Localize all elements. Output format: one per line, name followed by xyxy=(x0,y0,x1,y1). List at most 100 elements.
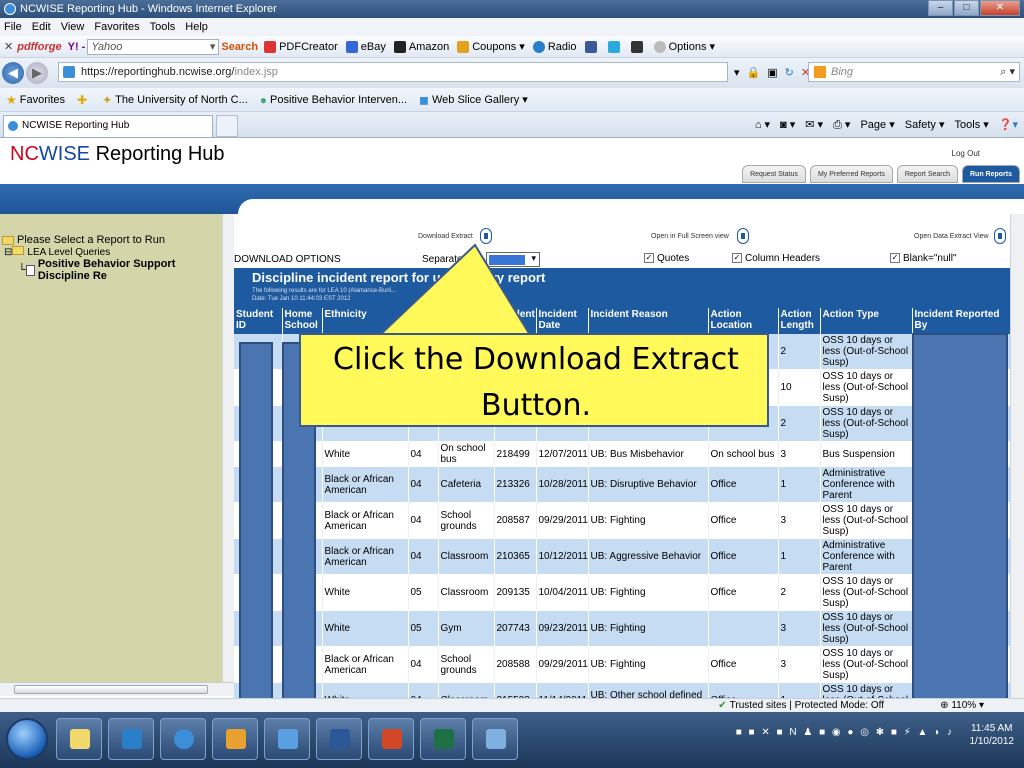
ie-taskbar-button[interactable] xyxy=(160,718,206,760)
outlook-taskbar-button[interactable] xyxy=(108,718,154,760)
tree-report-item[interactable]: └ Positive Behavior Support Discipline Re xyxy=(2,258,222,282)
explorer-taskbar-button[interactable] xyxy=(56,718,102,760)
menu-help[interactable]: Help xyxy=(185,21,208,33)
facebook-icon[interactable] xyxy=(584,40,600,53)
fullscreen-button[interactable] xyxy=(737,228,749,244)
left-horizontal-scrollbar[interactable] xyxy=(0,682,234,696)
tab-ncwise[interactable]: NCWISE Reporting Hub xyxy=(3,115,213,137)
amazon-button[interactable]: Amazon xyxy=(393,40,449,53)
col-grade[interactable] xyxy=(408,308,439,334)
safety-menu[interactable]: Safety ▾ xyxy=(905,118,945,132)
start-button[interactable] xyxy=(6,718,48,760)
yahoo-search-button[interactable]: Search xyxy=(221,41,258,53)
quotes-checkbox[interactable]: ✓ xyxy=(644,253,654,264)
col-ethnicity[interactable]: Ethnicity xyxy=(322,308,409,334)
favorites-button[interactable]: ★ Favorites xyxy=(6,93,65,107)
bing-search-input[interactable]: Bing ⌕ ▾ xyxy=(808,62,1020,82)
column-headers-option[interactable]: ✓ Column Headers xyxy=(732,253,820,264)
app-taskbar-button[interactable] xyxy=(264,718,310,760)
search-icon[interactable]: ⌕ ▾ xyxy=(1000,63,1015,81)
radio-icon xyxy=(532,40,545,53)
toolbar-app-icon[interactable] xyxy=(630,40,646,53)
tree-group[interactable]: ⊟ LEA Level Queries xyxy=(2,246,222,258)
mail-icon[interactable]: ✉ ▾ xyxy=(805,118,823,132)
close-button[interactable]: ✕ xyxy=(980,0,1020,16)
menu-file[interactable]: File xyxy=(4,21,22,33)
menu-edit[interactable]: Edit xyxy=(32,21,51,33)
maximize-button[interactable]: □ xyxy=(954,0,979,16)
security-zone[interactable]: ✔ Trusted sites | Protected Mode: Off xyxy=(718,700,884,711)
col-action-type[interactable]: Action Type xyxy=(820,308,913,334)
back-button[interactable]: ◀ xyxy=(2,62,24,84)
blank-null-option[interactable]: ✓ Blank="null" xyxy=(890,253,957,264)
home-icon[interactable]: ⌂ ▾ xyxy=(755,118,770,132)
yahoo-logo[interactable]: Y! - xyxy=(68,41,86,53)
blank-null-checkbox[interactable]: ✓ xyxy=(890,253,900,264)
system-tray[interactable]: ■ ■ ✕ ■ N ♟ ■ ◉ ● ◎ ✱ ■ ⚡ ▲ ◗ ♪ xyxy=(736,727,954,738)
excel-taskbar-button[interactable] xyxy=(420,718,466,760)
print-icon[interactable]: ⎙ ▾ xyxy=(833,118,850,132)
ebay-button[interactable]: eBay xyxy=(345,40,386,53)
separator-select[interactable] xyxy=(486,252,540,267)
close-toolbar-icon[interactable]: ✕ xyxy=(4,40,13,53)
col-incident-id[interactable]: Incident ID xyxy=(494,308,537,334)
logout-link[interactable]: Log Out xyxy=(952,149,980,158)
new-tab-button[interactable] xyxy=(216,115,238,137)
dropdown-arrow-icon[interactable]: ▾ xyxy=(734,66,740,79)
col-action-location[interactable]: Action Location xyxy=(708,308,779,334)
lock-icon[interactable]: 🔒 xyxy=(747,66,761,79)
help-icon[interactable]: ❓▾ xyxy=(999,118,1018,132)
col-location[interactable] xyxy=(438,308,495,334)
left-vertical-scrollbar[interactable] xyxy=(222,214,234,684)
tab-my-preferred-reports[interactable]: My Preferred Reports xyxy=(809,165,893,183)
separator-label: Separator xyxy=(422,254,466,265)
radio-button[interactable]: Radio xyxy=(532,40,577,53)
quotes-option[interactable]: ✓ Quotes xyxy=(644,253,689,264)
refresh-icon[interactable]: ↻ xyxy=(785,66,794,79)
col-incident-date[interactable]: Incident Date xyxy=(536,308,589,334)
tools-menu[interactable]: Tools ▾ xyxy=(955,118,989,132)
tab-run-reports[interactable]: Run Reports xyxy=(962,165,1020,183)
cell-incident-id: 208588 xyxy=(494,646,537,683)
minimize-button[interactable]: – xyxy=(928,0,953,16)
clock[interactable]: 11:45 AM 1/10/2012 xyxy=(970,722,1015,748)
media-taskbar-button[interactable] xyxy=(212,718,258,760)
collapse-icon[interactable]: ⊟ xyxy=(4,247,12,258)
data-extract-button[interactable] xyxy=(994,228,1006,244)
tree-root[interactable]: Please Select a Report to Run xyxy=(2,234,222,246)
tab-request-status[interactable]: Request Status xyxy=(742,165,806,183)
twitter-icon[interactable] xyxy=(607,40,623,53)
feeds-icon[interactable]: ◙ ▾ xyxy=(780,118,795,132)
options-button[interactable]: Options ▾ xyxy=(653,40,715,53)
col-home-school[interactable]: Home School xyxy=(282,308,323,334)
col-action-length[interactable]: Action Length xyxy=(778,308,821,334)
main-vertical-scrollbar[interactable] xyxy=(1010,214,1024,698)
fav-pbis[interactable]: ● Positive Behavior Interven... xyxy=(260,93,407,107)
column-headers-checkbox[interactable]: ✓ xyxy=(732,253,742,264)
pdfforge-logo[interactable]: pdfforge xyxy=(17,41,61,53)
col-student-id[interactable]: Student ID xyxy=(234,308,283,334)
word-taskbar-button[interactable] xyxy=(316,718,362,760)
fav-unc[interactable]: ✦ The University of North C... xyxy=(102,93,248,107)
fav-webslice[interactable]: ◼ Web Slice Gallery ▾ xyxy=(419,93,528,107)
download-extract-button[interactable] xyxy=(480,228,492,244)
powerpoint-taskbar-button[interactable] xyxy=(368,718,414,760)
url-field[interactable]: https://reportinghub.ncwise.org/index.js… xyxy=(58,62,728,82)
coupons-button[interactable]: Coupons ▾ xyxy=(457,40,525,53)
scroll-thumb[interactable] xyxy=(14,685,208,694)
forward-button[interactable]: ▶ xyxy=(26,62,48,84)
tab-report-search[interactable]: Report Search xyxy=(896,165,958,183)
add-favorite-icon[interactable]: ✚ xyxy=(77,93,90,107)
yahoo-search-input[interactable]: Yahoo xyxy=(87,38,220,55)
compatibility-icon[interactable]: ▣ xyxy=(767,66,777,79)
menu-tools[interactable]: Tools xyxy=(150,21,176,33)
col-incident-reason[interactable]: Incident Reason xyxy=(588,308,709,334)
menu-favorites[interactable]: Favorites xyxy=(94,21,139,33)
page-menu[interactable]: Page ▾ xyxy=(860,118,894,132)
desktop-taskbar-button[interactable] xyxy=(472,718,518,760)
menu-view[interactable]: View xyxy=(61,21,85,33)
pdfcreator-button[interactable]: PDFCreator xyxy=(264,40,338,53)
zoom-control[interactable]: ⊕ 110% ▾ xyxy=(940,700,984,711)
cell-action-type: Administrative Conference with Parent xyxy=(820,466,913,503)
col-reported-by[interactable]: Incident Reported By xyxy=(912,308,1011,334)
